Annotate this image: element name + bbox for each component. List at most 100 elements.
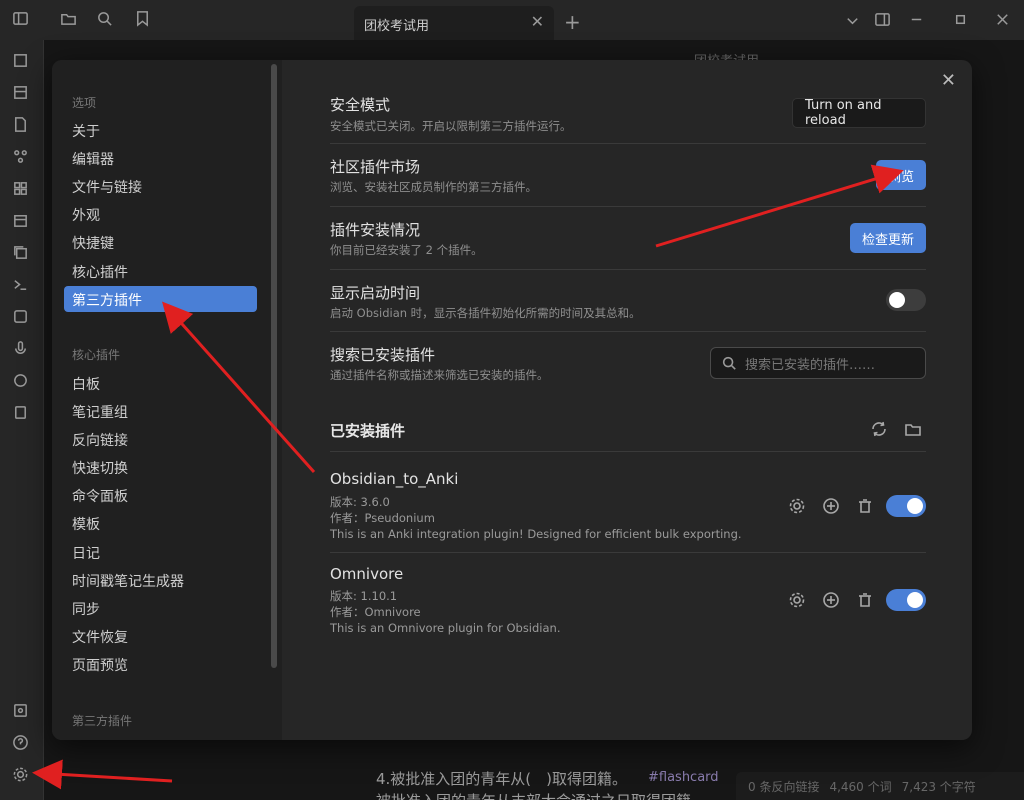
plugin-hotkeys-icon[interactable] — [822, 497, 840, 515]
plugin-desc: This is an Omnivore plugin for Obsidian. — [330, 621, 561, 635]
sidebar-item-command-palette[interactable]: 命令面板 — [64, 482, 257, 508]
sidebar-item-note-composer[interactable]: 笔记重组 — [64, 398, 257, 424]
calendar-icon[interactable] — [12, 212, 29, 229]
installed-heading: 已安装插件 — [330, 422, 406, 440]
graph-icon[interactable] — [12, 148, 29, 165]
sidebar-item-about[interactable]: 关于 — [64, 117, 257, 143]
minimize-icon[interactable] — [908, 11, 925, 28]
title-bar: 团校考试用 ✕ + — [0, 0, 1024, 40]
tab-close-icon[interactable]: ✕ — [531, 12, 544, 31]
group-options: 选项 — [72, 96, 97, 110]
canvas-icon[interactable] — [12, 84, 29, 101]
sidebar-item-unique-note[interactable]: 时间戳笔记生成器 — [64, 567, 257, 593]
sidebar-item-templates[interactable]: 模板 — [64, 510, 257, 536]
left-ribbon — [0, 40, 44, 800]
plugin-settings-icon[interactable] — [788, 497, 806, 515]
search-icon — [722, 356, 736, 370]
sidebar-item-sync[interactable]: 同步 — [64, 595, 257, 621]
group-core-plugins: 核心插件 — [72, 348, 121, 362]
setting-community-market: 社区插件市场 浏览、安装社区成员制作的第三方插件。 浏览 — [330, 144, 926, 207]
plugin-delete-icon[interactable] — [856, 591, 874, 609]
toggle-knob — [907, 592, 923, 608]
sidebar-item-hotkeys[interactable]: 快捷键 — [64, 229, 257, 255]
folder-icon[interactable] — [60, 10, 77, 27]
maximize-icon[interactable] — [952, 11, 969, 28]
setting-search-plugins: 搜索已安装插件 通过插件名称或描述来筛选已安装的插件。 搜索已安装的插件…… — [330, 332, 926, 396]
help-icon[interactable] — [12, 734, 29, 751]
sidebar-item-canvas[interactable]: 白板 — [64, 370, 257, 396]
tab-title: 团校考试用 — [364, 19, 430, 34]
plugin-item: Obsidian_to_Anki 版本: 3.6.0 作者：Pseudonium… — [330, 452, 926, 553]
close-window-icon[interactable] — [994, 11, 1011, 28]
setting-safe-mode: 安全模式 安全模式已关闭。开启以限制第三方插件运行。 Turn on and r… — [330, 84, 926, 144]
tab-current[interactable]: 团校考试用 ✕ — [354, 6, 554, 40]
new-tab-icon[interactable]: + — [564, 10, 581, 34]
settings-gear-icon[interactable] — [12, 766, 29, 783]
vault-icon[interactable] — [12, 702, 29, 719]
close-icon[interactable]: ✕ — [941, 70, 956, 91]
grid-icon[interactable] — [12, 180, 29, 197]
installed-plugins-header: 已安装插件 — [330, 406, 926, 452]
setting-desc: 你目前已经安装了 2 个插件。 — [330, 243, 483, 257]
plugin-author: 作者：Pseudonium — [330, 511, 435, 525]
setting-title: 社区插件市场 — [330, 158, 421, 176]
plugin-name: Omnivore — [330, 565, 404, 583]
setting-desc: 启动 Obsidian 时，显示各插件初始化所需的时间及其总和。 — [330, 306, 641, 320]
plugin-name: Obsidian_to_Anki — [330, 470, 459, 488]
file-icon[interactable] — [12, 116, 29, 133]
startup-time-toggle[interactable] — [886, 289, 926, 311]
setting-desc: 安全模式已关闭。开启以限制第三方插件运行。 — [330, 119, 572, 133]
terminal-icon[interactable] — [12, 276, 29, 293]
sidebar-scrollbar[interactable] — [271, 64, 277, 668]
browse-button[interactable]: 浏览 — [876, 160, 926, 190]
dice-icon[interactable] — [12, 308, 29, 325]
plugin-delete-icon[interactable] — [856, 497, 874, 515]
reload-plugins-icon[interactable] — [870, 420, 888, 438]
setting-desc: 通过插件名称或描述来筛选已安装的插件。 — [330, 368, 549, 382]
copy-icon[interactable] — [12, 244, 29, 261]
new-note-icon[interactable] — [12, 52, 29, 69]
plugin-version: 版本: 1.10.1 — [330, 589, 398, 603]
plugin-search-input[interactable]: 搜索已安装的插件…… — [710, 347, 926, 379]
search-placeholder: 搜索已安装的插件…… — [745, 357, 876, 373]
setting-title: 安全模式 — [330, 96, 391, 114]
sidebar-item-file-recovery[interactable]: 文件恢复 — [64, 623, 257, 649]
plugin-enable-toggle[interactable] — [886, 589, 926, 611]
sidebar-item-quick-switcher[interactable]: 快速切换 — [64, 454, 257, 480]
sidebar-toggle-icon[interactable] — [12, 10, 29, 27]
plugin-hotkeys-icon[interactable] — [822, 591, 840, 609]
plugin-settings-icon[interactable] — [788, 591, 806, 609]
check-updates-button[interactable]: 检查更新 — [850, 223, 926, 253]
sidebar-item-daily-notes[interactable]: 日记 — [64, 539, 257, 565]
anki-icon[interactable] — [12, 404, 29, 421]
plugin-version: 版本: 3.6.0 — [330, 495, 390, 509]
right-sidebar-toggle-icon[interactable] — [874, 11, 891, 28]
sidebar-item-editor[interactable]: 编辑器 — [64, 145, 257, 171]
microphone-icon[interactable] — [12, 340, 29, 357]
setting-desc: 浏览、安装社区成员制作的第三方插件。 — [330, 180, 537, 194]
omnivore-icon[interactable] — [12, 372, 29, 389]
safe-mode-reload-button[interactable]: Turn on and reload — [792, 98, 926, 128]
settings-sidebar: 选项 关于 编辑器 文件与链接 外观 快捷键 核心插件 第三方插件 核心插件 白… — [52, 60, 282, 740]
plugin-item: Omnivore 版本: 1.10.1 作者：Omnivore This is … — [330, 553, 926, 645]
sidebar-item-page-preview[interactable]: 页面预览 — [64, 651, 257, 677]
sidebar-item-community-plugins[interactable]: 第三方插件 — [64, 286, 257, 312]
setting-title: 搜索已安装插件 — [330, 346, 436, 364]
chevron-down-icon[interactable] — [844, 12, 861, 29]
sidebar-item-files-links[interactable]: 文件与链接 — [64, 173, 257, 199]
sidebar-item-core-plugins[interactable]: 核心插件 — [64, 258, 257, 284]
plugin-desc: This is an Anki integration plugin! Desi… — [330, 527, 742, 541]
sidebar-item-backlinks[interactable]: 反向链接 — [64, 426, 257, 452]
open-plugins-folder-icon[interactable] — [904, 420, 922, 438]
sidebar-item-appearance[interactable]: 外观 — [64, 201, 257, 227]
setting-title: 插件安装情况 — [330, 221, 421, 239]
plugin-enable-toggle[interactable] — [886, 495, 926, 517]
setting-startup-time: 显示启动时间 启动 Obsidian 时，显示各插件初始化所需的时间及其总和。 — [330, 270, 926, 332]
toggle-knob — [907, 498, 923, 514]
group-community-plugins: 第三方插件 — [72, 714, 133, 728]
setting-install-status: 插件安装情况 你目前已经安装了 2 个插件。 检查更新 — [330, 207, 926, 270]
toggle-knob — [889, 292, 905, 308]
setting-title: 显示启动时间 — [330, 284, 421, 302]
bookmark-icon[interactable] — [134, 10, 151, 27]
search-icon[interactable] — [96, 10, 113, 27]
